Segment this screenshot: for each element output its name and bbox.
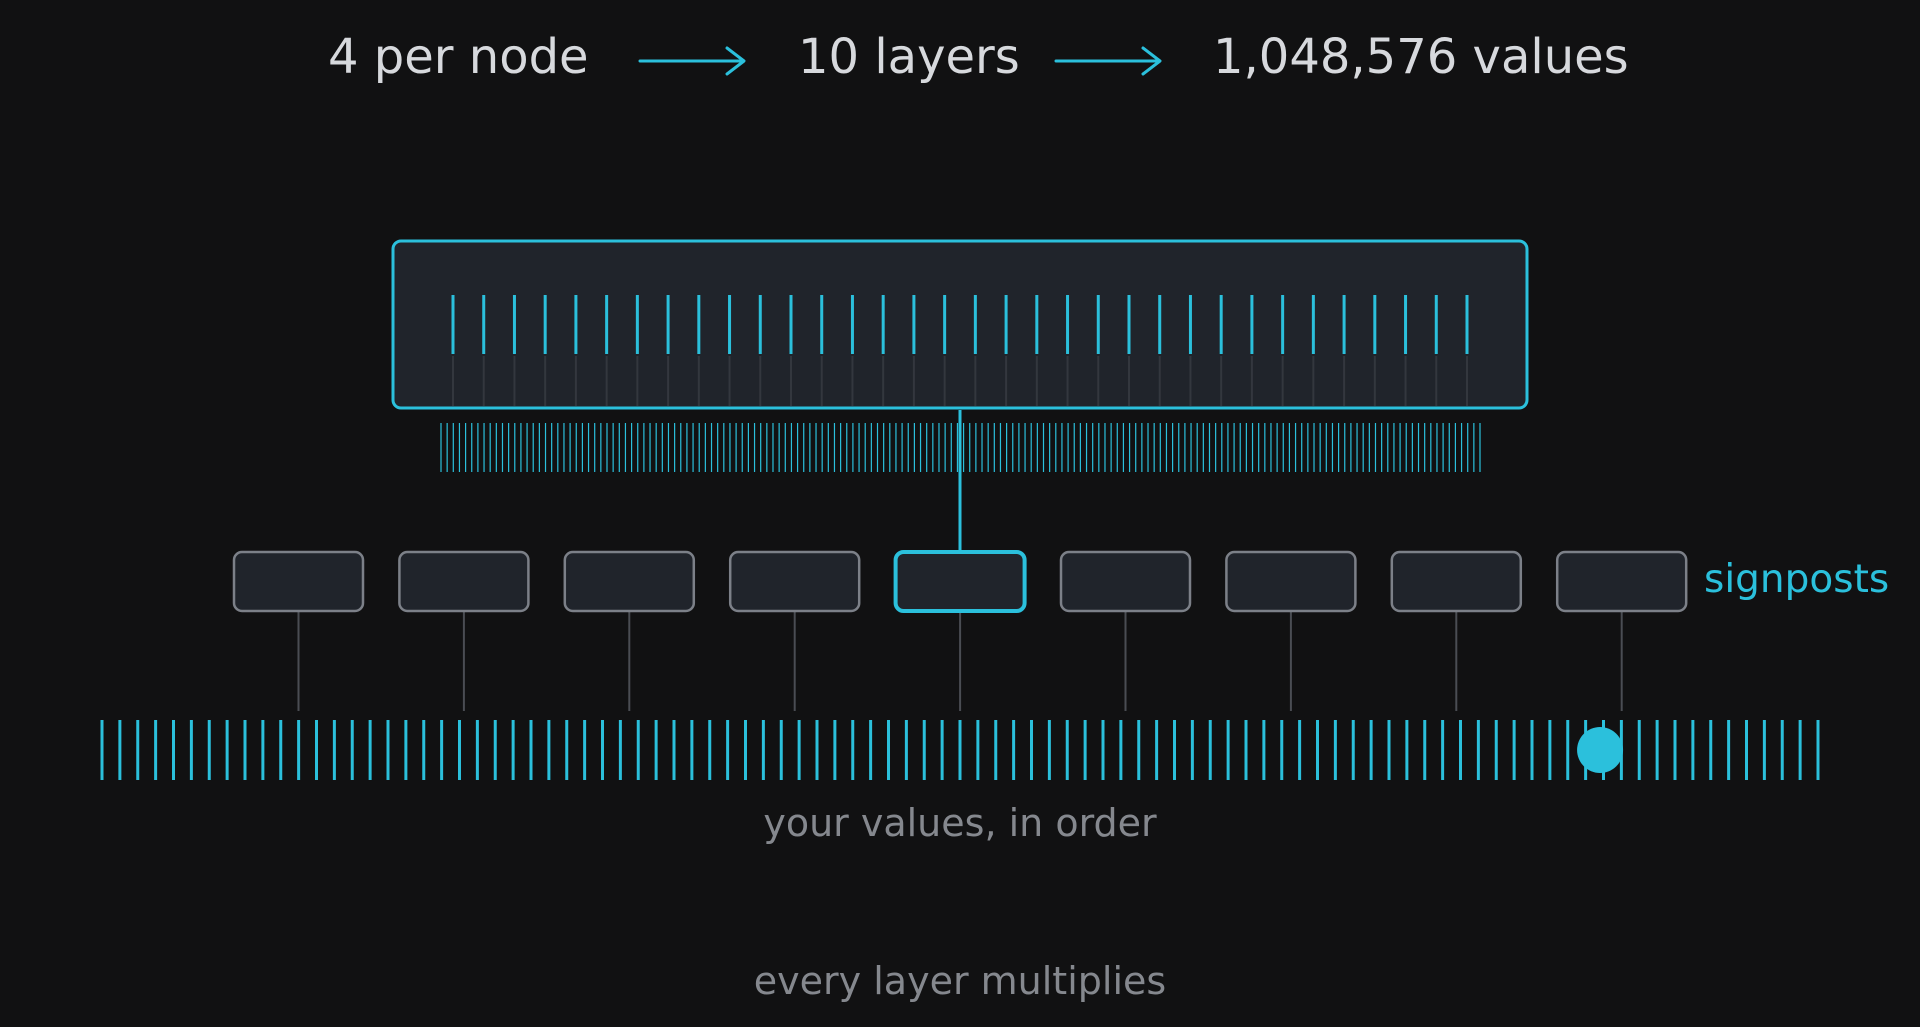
signpost-node [728, 550, 861, 711]
signpost-node [1555, 550, 1688, 711]
signpost-node [1225, 550, 1357, 711]
headline: 4 per node 10 layers 1,048,576 values [328, 29, 1629, 85]
value-row [100, 720, 1820, 780]
root-node [391, 239, 1529, 410]
layered-index-diagram: 4 per node 10 layers 1,048,576 values si… [100, 29, 1889, 1003]
signpost-node [563, 550, 696, 711]
right-arrow-icon [638, 46, 746, 76]
signposts-label: signposts [1704, 557, 1889, 602]
headline-step-layers: 10 layers [798, 29, 1020, 85]
signpost-node [1059, 550, 1192, 711]
signpost-node [398, 550, 530, 711]
position-marker-icon [1577, 727, 1624, 773]
headline-step-values: 1,048,576 values [1213, 29, 1629, 85]
signpost-row [232, 550, 1688, 711]
values-caption: your values, in order [763, 801, 1157, 845]
signpost-node-active [893, 550, 1027, 711]
footer-caption: every layer multiplies [754, 959, 1166, 1003]
root-node-box [391, 239, 1529, 410]
right-arrow-icon [1054, 46, 1162, 76]
signpost-node [1390, 550, 1523, 711]
signpost-node [232, 550, 365, 711]
headline-step-per-node: 4 per node [328, 29, 589, 85]
